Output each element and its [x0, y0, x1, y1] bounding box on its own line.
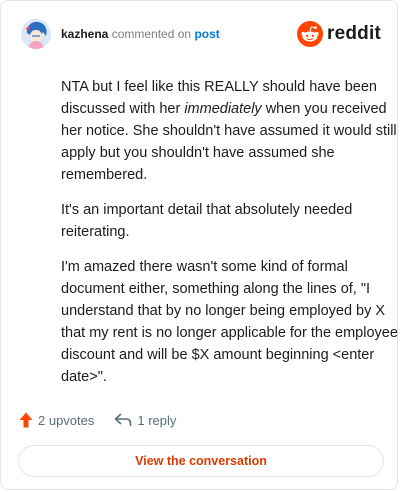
- comment-embed-card: kazhena commented on post reddit NTA but…: [0, 0, 398, 490]
- username-link[interactable]: kazhena: [61, 27, 108, 41]
- post-link[interactable]: post: [194, 27, 219, 41]
- replies-stat[interactable]: 1 reply: [114, 413, 176, 428]
- upvotes-count: 2 upvotes: [38, 412, 95, 428]
- comment-byline: kazhena commented on post: [61, 27, 220, 41]
- reddit-logo[interactable]: reddit: [297, 21, 381, 47]
- comment-paragraph: NTA but I feel like this REALLY should h…: [61, 76, 400, 186]
- upvote-arrow-icon: [19, 412, 33, 428]
- user-avatar[interactable]: [21, 19, 51, 49]
- comment-stats: 2 upvotes 1 reply: [19, 409, 176, 431]
- comment-paragraph: It's an important detail that absolutely…: [61, 202, 353, 240]
- byline-action-text: commented on: [111, 27, 192, 41]
- upvotes-stat[interactable]: 2 upvotes: [19, 412, 94, 428]
- emphasized-text: immediately: [184, 101, 262, 117]
- view-conversation-button[interactable]: View the conversation: [18, 445, 384, 477]
- comment-header: kazhena commented on post reddit: [21, 19, 381, 49]
- reddit-logo-icon: [297, 21, 324, 47]
- reply-arrow-icon: [115, 413, 132, 427]
- replies-count: 1 reply: [137, 412, 177, 428]
- comment-paragraph: I'm amazed there wasn't some kind of for…: [61, 259, 398, 385]
- comment-body: NTA but I feel like this REALLY should h…: [61, 76, 400, 401]
- reddit-wordmark: reddit: [327, 23, 381, 44]
